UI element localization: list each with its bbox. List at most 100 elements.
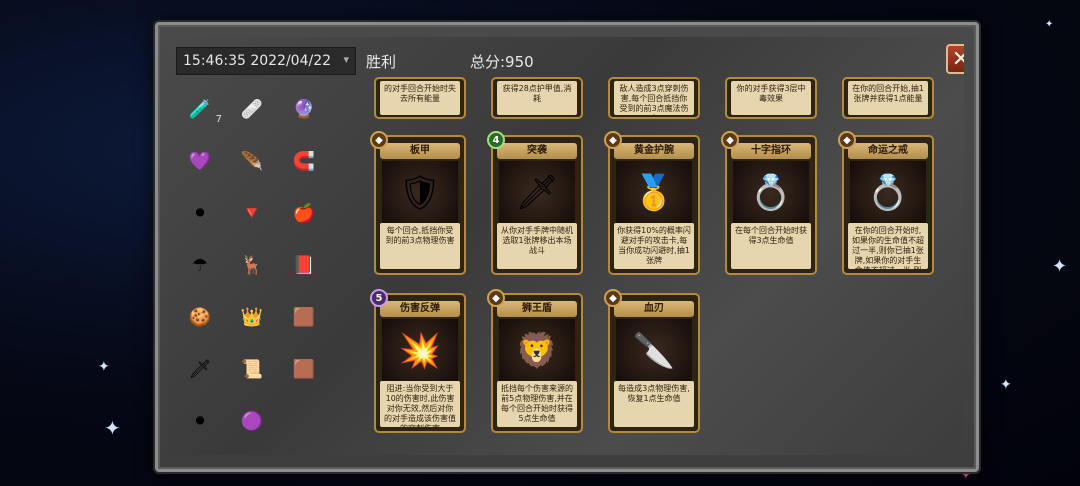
- card-cost-badge: ◆: [487, 289, 505, 307]
- card-description: 你获得10%的概率闪避对手的攻击卡,每当你成功闪避时,抽1张牌: [614, 223, 694, 269]
- card-title: 狮王盾: [497, 301, 577, 317]
- inventory-item[interactable]: 🍪: [188, 305, 212, 329]
- stone-ball-icon: ⚫: [192, 410, 208, 432]
- card-art: 🔪: [616, 319, 692, 383]
- card-art: 🗡: [499, 161, 575, 225]
- card-title: 命运之戒: [848, 143, 928, 159]
- star-icon: ✦: [104, 416, 121, 440]
- card[interactable]: 伤害反弹 💥 阻进:当你受到大于10的伤害时,此伤害对你无效,然后对你的对手造成该伤…: [370, 289, 466, 433]
- horseshoe-icon: 🧲: [292, 150, 316, 172]
- card-partial[interactable]: 在你的回合开始,抽1张牌并获得1点能量: [842, 77, 934, 119]
- card-description: 在你的回合开始时,如果你的生命值不超过一半,则你已抽1张牌,如果你的对手生命值不…: [848, 223, 928, 269]
- crown-icon: 👑: [240, 306, 264, 328]
- inventory-item[interactable]: ☂: [188, 253, 212, 277]
- inventory-item[interactable]: ⚫: [188, 409, 212, 433]
- card-description: 的对手回合开始时失去所有能量: [380, 81, 460, 115]
- card-description: 抵挡每个伤害来源的前5点物理伤害,并在每个回合开始时获得5点生命值: [497, 381, 577, 427]
- rune-icon: 🟫: [292, 306, 316, 328]
- antlers-icon: 🦌: [240, 254, 264, 276]
- inventory-item[interactable]: 🟫: [292, 305, 316, 329]
- purple-orb-icon: 🟣: [240, 410, 264, 432]
- card[interactable]: 十字指环 💍 在每个回合开始时获得3点生命值 ◆: [721, 131, 817, 275]
- close-icon: ✕: [951, 46, 964, 72]
- card-partial[interactable]: 你的对手获得3层中毒效果: [725, 77, 817, 119]
- star-icon: ✦: [1052, 256, 1068, 277]
- dagger-icon: 🗡: [188, 358, 212, 380]
- inventory-item[interactable]: 🟫: [292, 357, 316, 381]
- card-description: 阻进:当你受到大于10的伤害时,此伤害对你无效,然后对你的对手造成该伤害值的穿刺…: [380, 381, 460, 427]
- card-partial[interactable]: 敌人造成3点穿刺伤害,每个回合抵挡你受到的前3点魔法伤害: [608, 77, 700, 119]
- card-cost-badge: ◆: [838, 131, 856, 149]
- card-art: 💥: [382, 319, 458, 383]
- card-art: 💍: [733, 161, 809, 225]
- total-score: 总分:950: [470, 53, 534, 71]
- card-title: 伤害反弹: [380, 301, 460, 317]
- timestamp-dropdown[interactable]: 15:46:35 2022/04/22 ▾: [176, 47, 356, 75]
- inventory-item[interactable]: ⚫: [188, 201, 212, 225]
- inventory-item[interactable]: 💜: [188, 149, 212, 173]
- card-art: 💍: [850, 161, 926, 225]
- inventory-item[interactable]: 🔮: [292, 97, 316, 121]
- inventory-item[interactable]: 🗡: [188, 357, 212, 381]
- card[interactable]: 命运之戒 💍 在你的回合开始时,如果你的生命值不超过一半,则你已抽1张牌,如果你的对…: [838, 131, 934, 275]
- bandage-icon: 🩹: [240, 98, 264, 120]
- card-cost-badge: ◆: [604, 289, 622, 307]
- vial-icon: 🧪: [188, 98, 212, 120]
- panel-body: 15:46:35 2022/04/22 ▾ 胜利 总分:950 ✕ 🧪 7 🩹 🔮 💜 🪶…: [168, 37, 964, 455]
- card-art: 🥇: [616, 161, 692, 225]
- card[interactable]: 狮王盾 🦁 抵挡每个伤害来源的前5点物理伤害,并在每个回合开始时获得5点生命值 ◆: [487, 289, 583, 433]
- card-description: 敌人造成3点穿刺伤害,每个回合抵挡你受到的前3点魔法伤害: [614, 81, 694, 115]
- card-description: 获得28点护甲值,消耗: [497, 81, 577, 115]
- card-description: 你的对手获得3层中毒效果: [731, 81, 811, 115]
- inventory-item[interactable]: 🍎: [292, 201, 316, 225]
- card-cost-badge: ◆: [370, 131, 388, 149]
- inventory-item[interactable]: 👑: [240, 305, 264, 329]
- inventory-item[interactable]: 🩹: [240, 97, 264, 121]
- card-cost-badge: 5: [370, 289, 388, 307]
- card-title: 板甲: [380, 143, 460, 159]
- card-partial[interactable]: 获得28点护甲值,消耗: [491, 77, 583, 119]
- card-title: 血刃: [614, 301, 694, 317]
- card-art: 🛡: [382, 161, 458, 225]
- card-cost-badge: ◆: [604, 131, 622, 149]
- card-description: 在你的回合开始,抽1张牌并获得1点能量: [848, 81, 928, 115]
- star-icon: ✦: [98, 359, 110, 375]
- inventory-item[interactable]: 📕: [292, 253, 316, 277]
- star-icon: ✦: [1000, 377, 1012, 393]
- card-cost-badge: 4: [487, 131, 505, 149]
- inventory-item[interactable]: 📜: [240, 357, 264, 381]
- timestamp-value: 15:46:35 2022/04/22: [183, 53, 332, 69]
- card-title: 突袭: [497, 143, 577, 159]
- umbrella-icon: ☂: [191, 254, 209, 276]
- card-description: 每造成3点物理伤害,恢复1点生命值: [614, 381, 694, 427]
- star-icon: ✦: [1045, 19, 1054, 30]
- close-button[interactable]: ✕: [946, 44, 964, 74]
- card-description: 从你对手手牌中随机选取1张牌移出本场战斗: [497, 223, 577, 269]
- card-art: 🦁: [499, 319, 575, 383]
- inventory-item[interactable]: 🧪 7: [188, 97, 222, 126]
- card-grid: 的对手回合开始时失去所有能量 获得28点护甲值,消耗 敌人造成3点穿刺伤害,每个回合…: [370, 77, 964, 455]
- spellbook-icon: 📕: [292, 254, 316, 276]
- inventory-item[interactable]: 🟣: [240, 409, 264, 433]
- card[interactable]: 突袭 🗡 从你对手手牌中随机选取1张牌移出本场战斗 4: [487, 131, 583, 275]
- arrowhead-icon: 🔻: [240, 202, 264, 224]
- purple-crystal-icon: 🔮: [292, 98, 316, 120]
- inventory-item[interactable]: 🧲: [292, 149, 316, 173]
- inventory-item[interactable]: 🦌: [240, 253, 264, 277]
- rune-icon: 🟫: [292, 358, 316, 380]
- card-title: 十字指环: [731, 143, 811, 159]
- card[interactable]: 血刃 🔪 每造成3点物理伤害,恢复1点生命值 ◆: [604, 289, 700, 433]
- cookie-icon: 🍪: [188, 306, 212, 328]
- chevron-down-icon: ▾: [343, 53, 349, 66]
- battle-result: 胜利: [366, 53, 397, 71]
- card-description: 每个回合,抵挡你受到的前3点物理伤害: [380, 223, 460, 269]
- card[interactable]: 黄金护腕 🥇 你获得10%的概率闪避对手的攻击卡,每当你成功闪避时,抽1张牌 ◆: [604, 131, 700, 275]
- inventory-item[interactable]: 🪶: [240, 149, 264, 173]
- inventory-item[interactable]: 🔻: [240, 201, 264, 225]
- scroll-icon: 📜: [240, 358, 264, 380]
- stone-ball-icon: ⚫: [192, 202, 208, 224]
- feather-icon: 🪶: [240, 150, 264, 172]
- card-partial[interactable]: 的对手回合开始时失去所有能量: [374, 77, 466, 119]
- card[interactable]: 板甲 🛡 每个回合,抵挡你受到的前3点物理伤害 ◆: [370, 131, 466, 275]
- card-cost-badge: ◆: [721, 131, 739, 149]
